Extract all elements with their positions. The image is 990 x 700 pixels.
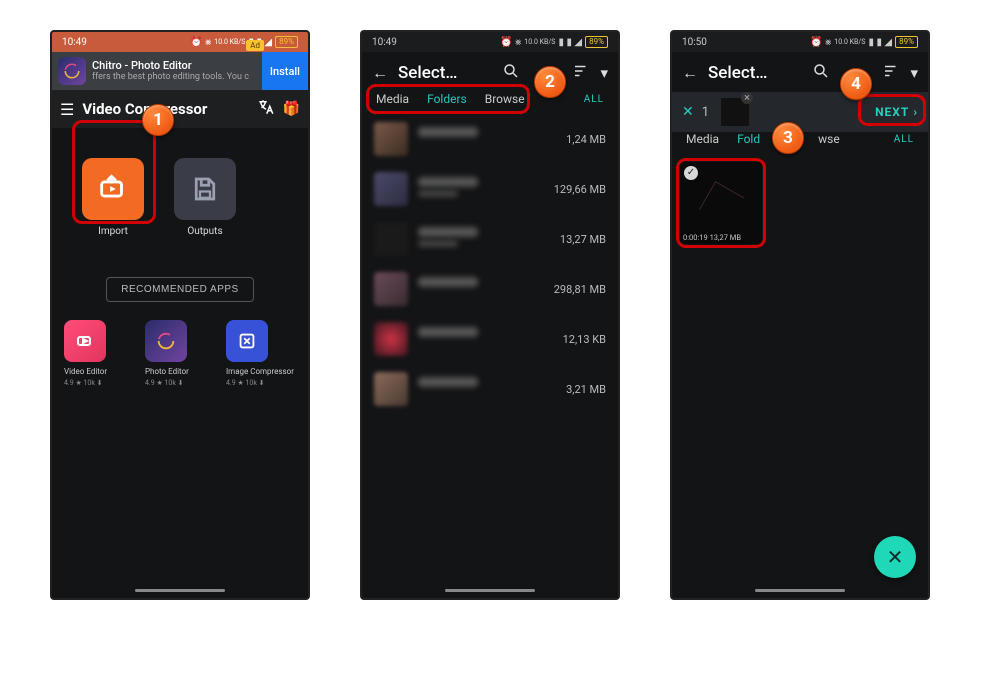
ad-banner[interactable]: Chitro - Photo Editor ffers the best pho… (52, 52, 308, 90)
tabs: Media Fold wse ALL 3 (672, 132, 928, 154)
list-item[interactable]: 3,21 MB (362, 364, 618, 414)
status-bar: 10:49 ⏰ ⨳ 10.0 KB/S ▮ ▮ ◢ 89% (52, 32, 308, 52)
selection-bar: ✕ 1 NEXT › 4 (672, 92, 928, 132)
back-icon[interactable]: ← (682, 63, 698, 83)
gift-icon[interactable]: 🎁 (283, 101, 300, 117)
recommended-section: RECOMMENDED APPS Video Editor 4.9 ★ 10k … (64, 277, 296, 387)
check-icon: ✓ (684, 166, 698, 180)
folder-list[interactable]: 1,24 MB 129,66 MB 13,27 MB 298,81 MB 12,… (362, 114, 618, 598)
recommended-apps-button[interactable]: RECOMMENDED APPS (106, 277, 253, 302)
import-label: Import (98, 226, 128, 237)
toolbar: ← Select… ▾ (672, 52, 928, 92)
app-header: ☰ Video Compressor 🎁 (52, 90, 308, 128)
status-bar: 10:50 ⏰ ⨳ 10.0 KB/S ▮ ▮ ◢ 89% (672, 32, 928, 52)
tab-media[interactable]: Media (376, 92, 409, 106)
video-info: 0:00:19 13,27 MB (683, 233, 741, 242)
video-grid: ✓ 0:00:19 13,27 MB (672, 154, 928, 252)
menu-icon[interactable]: ☰ (60, 100, 74, 119)
rec-app-photo-editor[interactable]: Photo Editor 4.9 ★ 10k ⬇ (145, 320, 215, 387)
import-tile[interactable]: Import (82, 158, 144, 237)
tab-folders[interactable]: Folders (427, 92, 467, 106)
fab-close-button[interactable]: ✕ (874, 536, 916, 578)
tab-folders[interactable]: Fold (737, 132, 760, 146)
dropdown-icon[interactable]: ▾ (600, 64, 608, 82)
photo-editor-icon (145, 320, 187, 362)
phone-screen-2: 10:49 ⏰ ⨳ 10.0 KB/S ▮ ▮ ◢ 89% ← Select… … (360, 30, 620, 600)
status-icons: ⏰ ⨳ 10.0 KB/S ▮ ▮ ◢ 89% (190, 36, 298, 48)
next-button[interactable]: NEXT › (875, 105, 918, 119)
chevron-right-icon: › (913, 105, 918, 119)
rec-app-image-compressor[interactable]: Image Compressor 4.9 ★ 10k ⬇ (226, 320, 296, 387)
list-item[interactable]: 129,66 MB (362, 164, 618, 214)
ad-text: Chitro - Photo Editor ffers the best pho… (92, 59, 262, 83)
outputs-tile[interactable]: Outputs (174, 158, 236, 237)
rec-app-video-editor[interactable]: Video Editor 4.9 ★ 10k ⬇ (64, 320, 134, 387)
all-button[interactable]: ALL (894, 134, 914, 145)
video-tile[interactable]: ✓ 0:00:19 13,27 MB (680, 162, 762, 244)
status-bar: 10:49 ⏰ ⨳ 10.0 KB/S ▮ ▮ ◢ 89% (362, 32, 618, 52)
list-item[interactable]: 12,13 KB (362, 314, 618, 364)
phone-screen-3: 10:50 ⏰ ⨳ 10.0 KB/S ▮ ▮ ◢ 89% ← Select… … (670, 30, 930, 600)
toolbar-title: Select… (398, 63, 492, 83)
sort-icon[interactable] (882, 62, 900, 84)
phone-screen-1: 10:49 ⏰ ⨳ 10.0 KB/S ▮ ▮ ◢ 89% Chitro - P… (50, 30, 310, 600)
status-time: 10:49 (62, 37, 87, 48)
list-item[interactable]: 13,27 MB (362, 214, 618, 264)
search-icon[interactable] (502, 62, 520, 84)
list-item[interactable]: 298,81 MB (362, 264, 618, 314)
selection-thumbnail[interactable] (721, 98, 749, 126)
all-button[interactable]: ALL (584, 94, 604, 105)
ad-app-icon (58, 57, 86, 85)
ad-tag: Ad (246, 40, 264, 51)
app-title: Video Compressor (82, 100, 248, 118)
home-indicator (445, 589, 535, 592)
sort-icon[interactable] (572, 62, 590, 84)
tabs: Media Folders Browse ALL 2 (362, 92, 618, 114)
install-button[interactable]: Install (262, 52, 308, 90)
search-icon[interactable] (812, 62, 830, 84)
tab-media[interactable]: Media (686, 132, 719, 146)
outputs-label: Outputs (187, 226, 222, 237)
image-compressor-icon (226, 320, 268, 362)
toolbar-title: Select… (708, 63, 802, 83)
translate-icon[interactable] (257, 98, 275, 120)
dropdown-icon[interactable]: ▾ (910, 64, 918, 82)
status-time: 10:49 (372, 37, 397, 48)
home-tiles-area: Import Outputs 1 (52, 128, 308, 237)
video-editor-icon (64, 320, 106, 362)
tab-browse[interactable]: Browse (485, 92, 525, 106)
home-indicator (755, 589, 845, 592)
status-time: 10:50 (682, 37, 707, 48)
back-icon[interactable]: ← (372, 63, 388, 83)
home-indicator (135, 589, 225, 592)
list-item[interactable]: 1,24 MB (362, 114, 618, 164)
selection-count: 1 (702, 105, 709, 120)
tab-browse[interactable]: wse (818, 132, 840, 146)
toolbar: ← Select… ▾ (362, 52, 618, 92)
clear-selection-icon[interactable]: ✕ (682, 104, 694, 120)
